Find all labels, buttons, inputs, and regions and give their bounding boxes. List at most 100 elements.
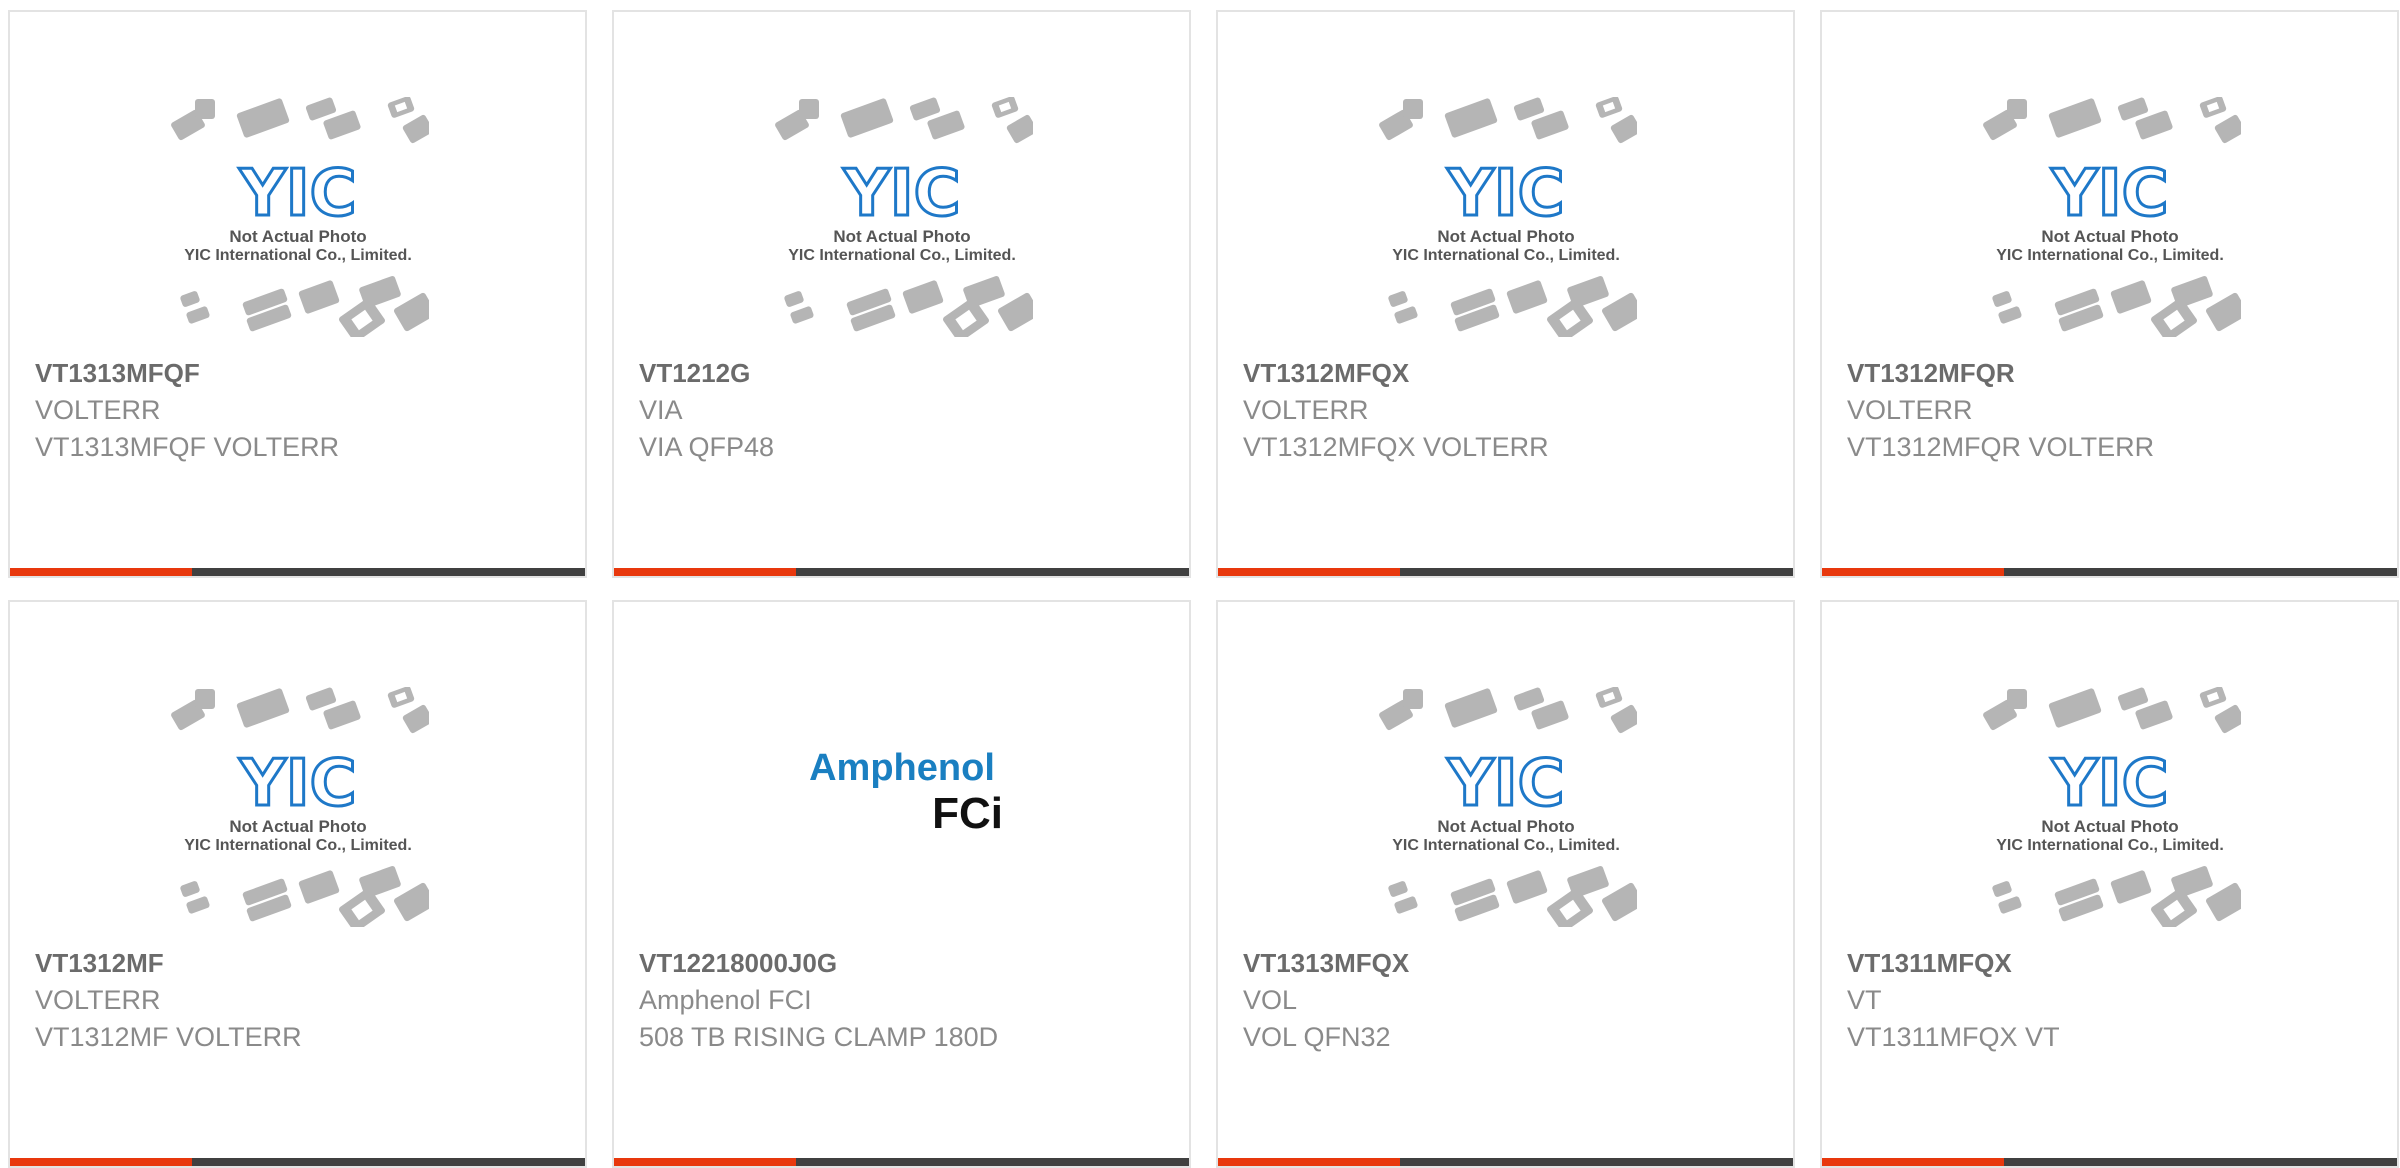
card-bottom-bar xyxy=(1822,568,2397,576)
yic-logo: YIC xyxy=(1446,747,1564,821)
product-image: YIC Not Actual Photo YIC International Co.… xyxy=(1822,687,2397,947)
placeholder-photo: YICNot Actual PhotoYIC International Co.… xyxy=(1982,97,2241,337)
card-bottom-bar xyxy=(1218,568,1793,576)
yic-logo: YIC xyxy=(2050,747,2168,821)
chip-icons-bottom xyxy=(179,276,429,337)
product-description: VT1312MFQR VOLTERR xyxy=(1847,432,2155,462)
card-accent-bar xyxy=(10,1158,192,1166)
card-bottom-bar xyxy=(10,568,585,576)
yic-logo: YIC xyxy=(238,747,356,821)
placeholder-company: YIC International Co., Limited. xyxy=(1996,837,2224,854)
amphenol-fci-logo: AmphenolFCi xyxy=(809,747,1003,838)
placeholder-company: YIC International Co., Limited. xyxy=(1392,247,1620,264)
yic-logo: YIC xyxy=(238,157,356,231)
product-card[interactable]: YIC Not Actual Photo YIC International Co.… xyxy=(1820,600,2399,1168)
placeholder-caption: Not Actual Photo xyxy=(229,227,366,246)
part-number[interactable]: VT1212G xyxy=(639,355,1169,392)
chip-icons-top xyxy=(774,97,1033,144)
svg-text:FCi: FCi xyxy=(932,789,1003,838)
product-description: 508 TB RISING CLAMP 180D xyxy=(639,1022,999,1052)
brand-name: VOLTERR xyxy=(1243,395,1369,425)
product-image: Amphenol FCi xyxy=(614,687,1189,947)
card-accent-bar xyxy=(614,1158,796,1166)
yic-logo: YIC xyxy=(2050,157,2168,231)
card-bottom-bar xyxy=(1218,1158,1793,1166)
product-card[interactable]: YIC Not Actual Photo YIC International Co.… xyxy=(8,600,587,1168)
card-bottom-bar xyxy=(10,1158,585,1166)
product-card[interactable]: Amphenol FCi VT12218000J0G Amphenol FCI 5… xyxy=(612,600,1191,1168)
yic-logo: YIC xyxy=(1446,157,1564,231)
product-description: VT1313MFQF VOLTERR xyxy=(35,432,340,462)
product-card[interactable]: YIC Not Actual Photo YIC International Co.… xyxy=(1216,600,1795,1168)
part-number[interactable]: VT1313MFQF xyxy=(35,355,565,392)
card-accent-bar xyxy=(1822,568,2004,576)
product-card[interactable]: YIC Not Actual Photo YIC International Co.… xyxy=(1216,10,1795,578)
product-image: YIC Not Actual Photo YIC International Co.… xyxy=(1218,687,1793,947)
placeholder-company: YIC International Co., Limited. xyxy=(1392,837,1620,854)
product-description: VT1312MFQX VOLTERR xyxy=(1243,432,1549,462)
chip-icons-top xyxy=(1982,687,2241,734)
product-image: YIC Not Actual Photo YIC International Co.… xyxy=(10,97,585,357)
placeholder-company: YIC International Co., Limited. xyxy=(788,247,1016,264)
product-description: VOL QFN32 xyxy=(1243,1022,1391,1052)
product-description: VIA QFP48 xyxy=(639,432,775,462)
card-accent-bar xyxy=(614,568,796,576)
placeholder-caption: Not Actual Photo xyxy=(1437,817,1574,836)
product-image: YIC Not Actual Photo YIC International Co.… xyxy=(1218,97,1793,357)
placeholder-photo: YICNot Actual PhotoYIC International Co.… xyxy=(1378,687,1637,927)
product-image: YIC Not Actual Photo YIC International Co.… xyxy=(1822,97,2397,357)
part-number[interactable]: VT1312MFQR xyxy=(1847,355,2377,392)
brand-name: VOLTERR xyxy=(35,985,161,1015)
placeholder-photo: YICNot Actual PhotoYIC International Co.… xyxy=(1982,687,2241,927)
placeholder-photo: YICNot Actual PhotoYIC International Co.… xyxy=(774,97,1033,337)
chip-icons-top xyxy=(170,97,429,144)
placeholder-photo: YICNot Actual PhotoYIC International Co.… xyxy=(170,97,429,337)
placeholder-company: YIC International Co., Limited. xyxy=(184,247,412,264)
chip-icons-top xyxy=(170,687,429,734)
placeholder-photo: YICNot Actual PhotoYIC International Co.… xyxy=(1378,97,1637,337)
chip-icons-bottom xyxy=(1387,276,1637,337)
card-accent-bar xyxy=(1218,1158,1400,1166)
placeholder-caption: Not Actual Photo xyxy=(2041,817,2178,836)
card-bottom-bar xyxy=(1822,1158,2397,1166)
placeholder-photo: YICNot Actual PhotoYIC International Co.… xyxy=(170,687,429,927)
chip-icons-bottom xyxy=(1387,866,1637,927)
card-accent-bar xyxy=(10,568,192,576)
product-description: VT1311MFQX VT xyxy=(1847,1022,2060,1052)
product-card[interactable]: YIC Not Actual Photo YIC International Co.… xyxy=(8,10,587,578)
brand-name: VOLTERR xyxy=(1847,395,1973,425)
chip-icons-bottom xyxy=(1991,866,2241,927)
product-image: YIC Not Actual Photo YIC International Co.… xyxy=(10,687,585,947)
part-number[interactable]: VT1311MFQX xyxy=(1847,945,2377,982)
card-accent-bar xyxy=(1218,568,1400,576)
product-image: YIC Not Actual Photo YIC International Co.… xyxy=(614,97,1189,357)
placeholder-company: YIC International Co., Limited. xyxy=(184,837,412,854)
chip-icons-bottom xyxy=(1991,276,2241,337)
chip-icons-bottom xyxy=(783,276,1033,337)
product-card[interactable]: YIC Not Actual Photo YIC International Co.… xyxy=(1820,10,2399,578)
placeholder-caption: Not Actual Photo xyxy=(2041,227,2178,246)
card-accent-bar xyxy=(1822,1158,2004,1166)
placeholder-caption: Not Actual Photo xyxy=(229,817,366,836)
card-bottom-bar xyxy=(614,1158,1189,1166)
part-number[interactable]: VT1312MFQX xyxy=(1243,355,1773,392)
chip-icons-top xyxy=(1982,97,2241,144)
placeholder-company: YIC International Co., Limited. xyxy=(1996,247,2224,264)
part-number[interactable]: VT1312MF xyxy=(35,945,565,982)
brand-name: VOLTERR xyxy=(35,395,161,425)
part-number[interactable]: VT1313MFQX xyxy=(1243,945,1773,982)
svg-text:Amphenol: Amphenol xyxy=(809,747,995,789)
brand-name: VT xyxy=(1847,985,1882,1015)
brand-name: Amphenol FCI xyxy=(639,985,812,1015)
placeholder-caption: Not Actual Photo xyxy=(833,227,970,246)
product-grid: YIC Not Actual Photo YIC International Co.… xyxy=(8,10,2400,1168)
chip-icons-bottom xyxy=(179,866,429,927)
chip-icons-top xyxy=(1378,97,1637,144)
part-number[interactable]: VT12218000J0G xyxy=(639,945,1169,982)
card-bottom-bar xyxy=(614,568,1189,576)
placeholder-caption: Not Actual Photo xyxy=(1437,227,1574,246)
brand-name: VOL xyxy=(1243,985,1298,1015)
product-card[interactable]: YIC Not Actual Photo YIC International Co.… xyxy=(612,10,1191,578)
chip-icons-top xyxy=(1378,687,1637,734)
yic-logo: YIC xyxy=(842,157,960,231)
